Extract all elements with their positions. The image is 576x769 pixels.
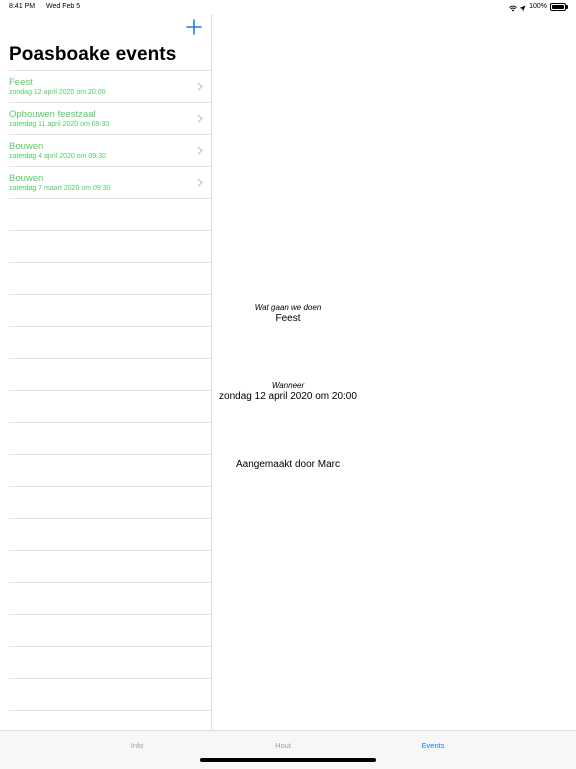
when-section: Wanneer zondag 12 april 2020 om 20:00: [212, 381, 364, 402]
status-bar: 8:41 PM Wed Feb 5 100%: [0, 0, 576, 14]
empty-row: [9, 710, 211, 730]
status-right: 100%: [509, 0, 568, 14]
event-detail-pane: Wat gaan we doen Feest Wanneer zondag 12…: [212, 14, 576, 730]
what-value: Feest: [275, 313, 301, 324]
empty-row: [9, 294, 211, 326]
page-title: Poasboake events: [9, 44, 177, 65]
tab-bar: Info Hout Events: [0, 730, 576, 769]
events-list-pane: Poasboake events Feest zondag 12 april 2…: [0, 14, 212, 730]
battery-icon: [550, 3, 568, 11]
empty-row: [9, 230, 211, 262]
chevron-right-icon: [197, 146, 203, 155]
chevron-right-icon: [197, 114, 203, 123]
what-section: Wat gaan we doen Feest: [212, 303, 364, 324]
event-title: Feest: [9, 77, 33, 88]
event-title: Opbouwen feestzaal: [9, 109, 96, 120]
created-by-text: Aangemaakt door Marc: [236, 459, 340, 470]
status-left: 8:41 PM Wed Feb 5: [9, 0, 89, 14]
chevron-right-icon: [197, 82, 203, 91]
tab-info[interactable]: Info: [97, 741, 177, 750]
empty-row: [9, 550, 211, 582]
event-title: Bouwen: [9, 173, 44, 184]
empty-row: [9, 390, 211, 422]
empty-row: [9, 646, 211, 678]
event-date: zondag 12 april 2020 om 20:00: [9, 89, 106, 96]
empty-row: [9, 358, 211, 390]
empty-row: [9, 582, 211, 614]
tab-events[interactable]: Events: [393, 741, 473, 750]
when-value: zondag 12 april 2020 om 20:00: [219, 391, 357, 402]
chevron-right-icon: [197, 178, 203, 187]
add-event-button[interactable]: [186, 19, 202, 35]
event-date: zaterdag 4 april 2020 om 09:30: [9, 153, 106, 160]
empty-row: [9, 614, 211, 646]
event-title: Bouwen: [9, 141, 44, 152]
what-label: Wat gaan we doen: [254, 303, 322, 312]
wifi-icon: [509, 4, 518, 11]
list-item[interactable]: Bouwen zaterdag 4 april 2020 om 09:30: [9, 134, 211, 166]
battery-percentage: 100%: [529, 3, 547, 10]
empty-row: [9, 454, 211, 486]
home-indicator[interactable]: [200, 758, 376, 762]
event-date: zaterdag 11 april 2020 om 09:30: [9, 121, 110, 128]
when-label: Wanneer: [271, 381, 305, 390]
event-date: zaterdag 7 maart 2020 om 09:30: [9, 185, 111, 192]
list-item[interactable]: Bouwen zaterdag 7 maart 2020 om 09:30: [9, 166, 211, 198]
tab-hout[interactable]: Hout: [243, 741, 323, 750]
empty-row: [9, 198, 211, 230]
empty-row: [9, 678, 211, 710]
empty-row: [9, 326, 211, 358]
empty-row: [9, 518, 211, 550]
list-item[interactable]: Feest zondag 12 april 2020 om 20:00: [9, 70, 211, 102]
empty-row: [9, 422, 211, 454]
empty-row: [9, 486, 211, 518]
list-item[interactable]: Opbouwen feestzaal zaterdag 11 april 202…: [9, 102, 211, 134]
created-by-section: Aangemaakt door Marc: [212, 459, 364, 470]
location-icon: [519, 4, 526, 11]
plus-icon: [186, 19, 202, 35]
empty-row: [9, 262, 211, 294]
status-time: 8:41 PM: [9, 3, 36, 10]
status-date: Wed Feb 5: [46, 3, 81, 10]
events-list: Feest zondag 12 april 2020 om 20:00 Opbo…: [9, 70, 211, 730]
